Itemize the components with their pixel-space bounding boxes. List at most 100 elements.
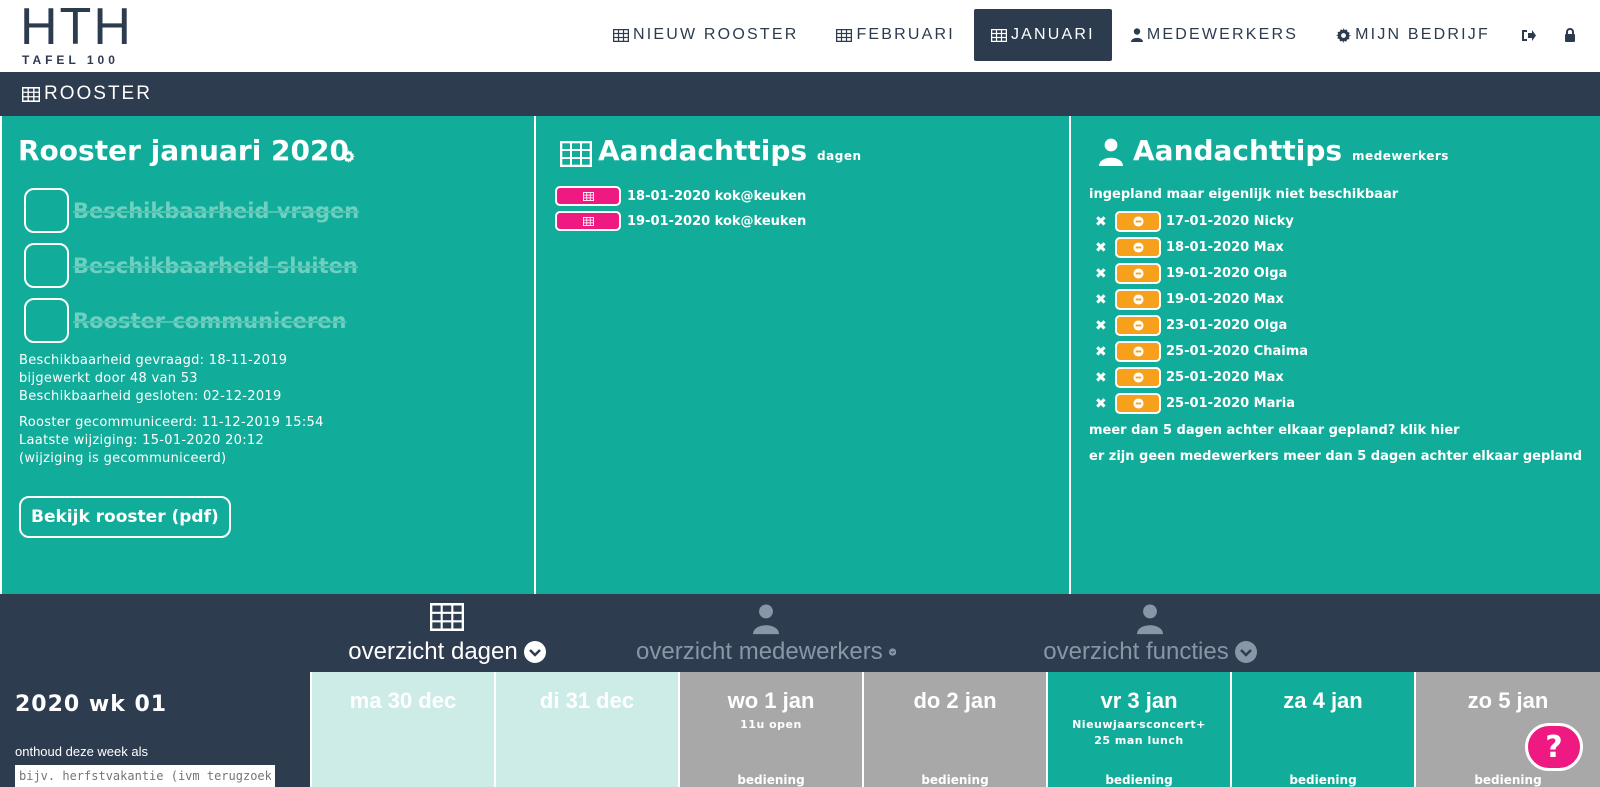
employee-tip-item: ✖ 25-01-2020 Chaima: [1095, 341, 1308, 362]
day-name: ma 30 dec: [349, 688, 457, 713]
employee-tip-item: ✖ 19-01-2020 Max: [1095, 289, 1284, 310]
day-note: 11u open: [680, 717, 862, 733]
table-icon: [582, 191, 594, 201]
unavailable-badge[interactable]: [1115, 315, 1161, 336]
step-rooster-communiceren[interactable]: Rooster communiceren: [24, 298, 346, 343]
table-icon: [582, 216, 594, 226]
table-icon: [990, 28, 1007, 42]
close-icon[interactable]: ✖: [1095, 214, 1109, 230]
logout-button[interactable]: [1509, 9, 1552, 61]
minus-circle-icon: [1132, 294, 1144, 305]
step-label: Rooster communiceren: [73, 308, 347, 333]
availability-info: Beschikbaarheid gevraagd: 18-11-2019 bij…: [19, 352, 287, 406]
nav-januari[interactable]: JANUARI: [973, 9, 1112, 61]
day-column[interactable]: di 31 dec: [494, 672, 678, 787]
nav-label: NIEUW ROOSTER: [632, 26, 799, 43]
employee-tip-text: 25-01-2020 Max: [1166, 370, 1284, 385]
help-button[interactable]: ?: [1525, 723, 1583, 771]
panel-title: Aandachttips: [1133, 134, 1343, 167]
minus-circle-icon: [1132, 320, 1144, 331]
user-icon: [1137, 604, 1163, 635]
table-icon: [22, 86, 40, 102]
rooster-title: Rooster januari 2020: [18, 134, 349, 167]
consecutive-days-link[interactable]: meer dan 5 dagen achter elkaar gepland? …: [1089, 423, 1460, 438]
unavailable-badge[interactable]: [1115, 211, 1161, 232]
tab-label: overzicht functies: [1043, 638, 1229, 665]
gear-icon[interactable]: [342, 150, 355, 163]
table-icon: [836, 28, 853, 42]
info-line: bijgewerkt door 48 van 53: [19, 371, 198, 386]
nav-mijn-bedrijf[interactable]: MIJN BEDRIJF: [1317, 9, 1509, 61]
logo-mark: HTH: [20, 0, 133, 56]
unavailable-badge[interactable]: [1115, 367, 1161, 388]
step-beschikbaarheid-sluiten[interactable]: Beschikbaarheid sluiten: [24, 243, 358, 288]
note-line: Nieuwjaarsconcert+: [1072, 718, 1206, 731]
sign-out-icon: [1522, 29, 1536, 41]
unavailable-badge[interactable]: [1115, 263, 1161, 284]
step-beschikbaarheid-vragen[interactable]: Beschikbaarheid vragen: [24, 188, 359, 233]
day-column[interactable]: ma 30 dec: [310, 672, 494, 787]
table-icon: [612, 28, 629, 42]
minus-circle-icon: [1132, 242, 1144, 253]
close-icon[interactable]: ✖: [1095, 266, 1109, 282]
close-icon[interactable]: ✖: [1095, 344, 1109, 360]
close-icon[interactable]: ✖: [1095, 396, 1109, 412]
day-note: Nieuwjaarsconcert+ 25 man lunch: [1048, 717, 1230, 749]
lock-button[interactable]: [1552, 9, 1600, 61]
employee-tip-text: 19-01-2020 Max: [1166, 292, 1284, 307]
step-checkbox[interactable]: [24, 298, 69, 343]
tip-day-item[interactable]: 18-01-2020 kok@keuken: [555, 186, 806, 206]
chevron-down-icon: [523, 641, 546, 663]
close-icon[interactable]: ✖: [1095, 318, 1109, 334]
lock-icon: [1565, 28, 1575, 42]
minus-circle-icon: [1132, 346, 1144, 357]
tab-overzicht-dagen[interactable]: overzicht dagen: [317, 594, 577, 672]
unavailable-badge[interactable]: [1115, 237, 1161, 258]
view-rooster-pdf-button[interactable]: Bekijk rooster (pdf): [19, 496, 231, 538]
close-icon[interactable]: ✖: [1095, 292, 1109, 308]
tab-overzicht-functies[interactable]: overzicht functies: [1020, 594, 1280, 672]
day-column[interactable]: wo 1 jan 11u open bediening: [678, 672, 862, 787]
day-name: do 2 jan: [913, 688, 997, 713]
day-column[interactable]: vr 3 jan Nieuwjaarsconcert+ 25 man lunch…: [1046, 672, 1230, 787]
panel-subtitle: medewerkers: [1352, 149, 1449, 163]
tip-day-item[interactable]: 19-01-2020 kok@keuken: [555, 211, 806, 231]
unavailable-badge[interactable]: [1115, 341, 1161, 362]
nav-februari[interactable]: FEBRUARI: [817, 9, 974, 61]
table-icon: [430, 603, 464, 631]
minus-circle-icon: [1132, 372, 1144, 383]
unavailable-badge[interactable]: [1115, 289, 1161, 310]
section-header: ROOSTER: [0, 72, 1600, 116]
info-line: Beschikbaarheid gevraagd: 18-11-2019: [19, 353, 288, 368]
dashboard-panels: Rooster januari 2020 Beschikbaarheid vra…: [0, 116, 1600, 594]
employee-tip-item: ✖ 25-01-2020 Maria: [1095, 393, 1295, 414]
nav-label: JANUARI: [1010, 26, 1095, 43]
table-icon: [560, 141, 592, 167]
brand-logo[interactable]: HTH TAFEL 100: [20, 0, 133, 68]
day-name: wo 1 jan: [727, 688, 815, 713]
tips-days-panel: Aandachttips dagen 18-01-2020 kok@keuken…: [534, 116, 1071, 594]
chevron-down-icon: [1234, 641, 1257, 663]
close-icon[interactable]: ✖: [1095, 240, 1109, 256]
day-column[interactable]: za 4 jan bediening: [1230, 672, 1414, 787]
day-column[interactable]: do 2 jan bediening: [862, 672, 1046, 787]
consecutive-days-info: er zijn geen medewerkers meer dan 5 dage…: [1089, 449, 1583, 464]
user-icon: [1099, 138, 1123, 166]
main-nav: NIEUW ROOSTER FEBRUARI JANUARI MEDEWERKE…: [594, 9, 1600, 61]
week-grid: 2020 wk 01 onthoud deze week als ma 30 d…: [0, 672, 1600, 787]
step-checkbox[interactable]: [24, 243, 69, 288]
nav-medewerkers[interactable]: MEDEWERKERS: [1112, 9, 1317, 61]
unavailable-badge[interactable]: [1115, 393, 1161, 414]
week-sidebar: 2020 wk 01 onthoud deze week als: [0, 672, 310, 787]
day-badge[interactable]: [555, 186, 621, 206]
remember-week-input[interactable]: [15, 765, 275, 787]
day-badge[interactable]: [555, 211, 621, 231]
employee-tip-item: ✖ 19-01-2020 Olga: [1095, 263, 1287, 284]
tab-overzicht-medewerkers[interactable]: overzicht medewerkers: [636, 594, 896, 672]
nav-nieuw-rooster[interactable]: NIEUW ROOSTER: [594, 9, 818, 61]
tab-label: overzicht dagen: [348, 638, 518, 665]
employee-tip-item: ✖ 23-01-2020 Olga: [1095, 315, 1287, 336]
nav-label: FEBRUARI: [856, 26, 955, 43]
close-icon[interactable]: ✖: [1095, 370, 1109, 386]
step-checkbox[interactable]: [24, 188, 69, 233]
